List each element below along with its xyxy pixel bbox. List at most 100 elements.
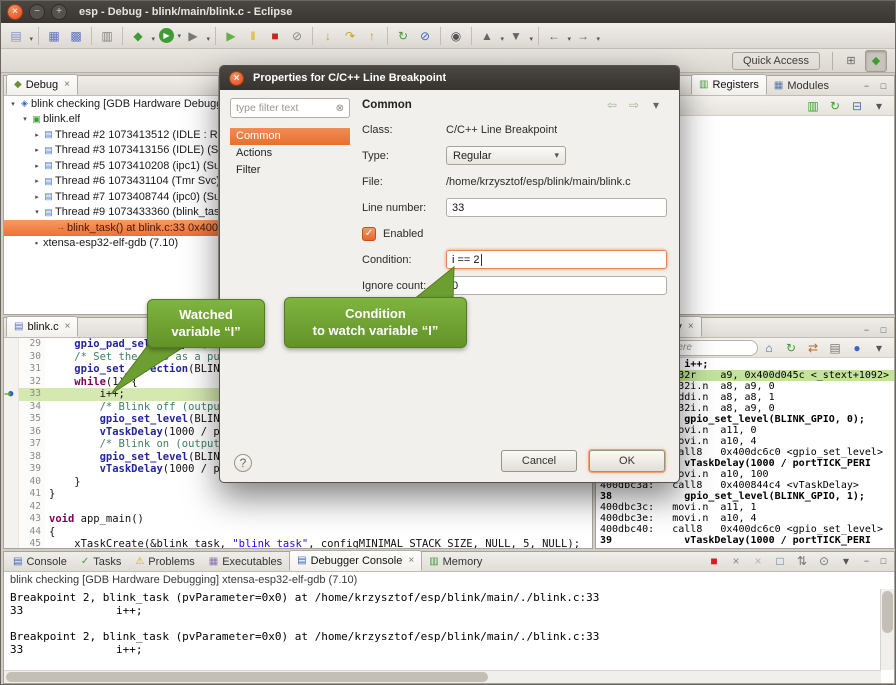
tab-debug[interactable]: ◆ Debug × xyxy=(6,74,78,95)
tab-registers[interactable]: ▥Registers xyxy=(691,74,767,95)
tab-problems[interactable]: ⚠Problems xyxy=(128,552,201,571)
tree-expand-arrow[interactable]: ▾ xyxy=(8,100,18,108)
code-text[interactable]: void app_main() xyxy=(45,513,592,526)
tab-tasks[interactable]: ✓Tasks xyxy=(74,552,129,571)
code-line[interactable]: 41} xyxy=(4,488,592,501)
minimize-view-icon[interactable]: − xyxy=(859,323,874,337)
disassembly-line[interactable]: 400dbc3c: movi.n a11, 1 xyxy=(596,502,894,513)
ignore-count-input[interactable]: 0 xyxy=(446,276,667,295)
debug-tree-item[interactable]: ▾▣blink.elf xyxy=(4,112,218,128)
debug-tree-item[interactable]: ▸▤Thread #2 1073413512 (IDLE : Running) xyxy=(4,127,218,143)
type-select[interactable]: Regular ▾ xyxy=(446,146,566,165)
disassembly-line[interactable]: 38 gpio_set_level(BLINK_GPIO, 1); xyxy=(596,491,894,502)
tab-executables[interactable]: ▦Executables xyxy=(202,552,289,571)
clear-console-icon[interactable]: □ xyxy=(770,551,790,571)
tree-expand-arrow[interactable]: ▸ xyxy=(32,177,42,185)
help-button[interactable]: ? xyxy=(234,454,252,472)
debug-tree-item[interactable]: ▾▤Thread #9 1073433360 (blink_task) xyxy=(4,205,218,221)
breakpoint-ruler[interactable] xyxy=(4,476,19,489)
breakpoint-ruler[interactable] xyxy=(4,451,19,464)
tab-close-icon[interactable]: × xyxy=(408,555,414,566)
breakpoint-ruler[interactable] xyxy=(4,426,19,439)
search-icon[interactable]: ◉ xyxy=(446,26,466,46)
save-icon[interactable]: ▦ xyxy=(44,26,64,46)
step-return-icon[interactable]: ↑ xyxy=(362,26,382,46)
breakpoint-ruler[interactable] xyxy=(4,513,19,526)
disassembly-line[interactable]: 39 vTaskDelay(1000 / portTICK_PERI xyxy=(596,535,894,546)
perspective-debug-icon[interactable]: ◆ xyxy=(865,50,887,72)
console-menu-icon[interactable]: ▾ xyxy=(836,551,856,571)
print-icon[interactable]: ▥ xyxy=(97,26,117,46)
window-close-button[interactable]: × xyxy=(7,4,23,20)
home-icon[interactable]: ⌂ xyxy=(759,338,779,358)
terminate-icon[interactable]: ■ xyxy=(265,26,285,46)
debug-tree-item[interactable]: ▸▤Thread #5 1073410208 (ipc1) (Suspended… xyxy=(4,158,218,174)
tab-close-icon[interactable]: × xyxy=(65,321,71,332)
code-text[interactable]: } xyxy=(45,488,592,501)
maximize-view-icon[interactable]: □ xyxy=(876,79,891,93)
debug-tree-item[interactable]: ▾◈blink checking [GDB Hardware Debugging… xyxy=(4,96,218,112)
tree-expand-arrow[interactable]: ▸ xyxy=(32,162,42,170)
minimize-view-icon[interactable]: − xyxy=(859,79,874,93)
dialog-nav-filter[interactable]: Filter xyxy=(230,162,350,179)
code-line[interactable]: 42 xyxy=(4,501,592,514)
restart-icon[interactable]: ↻ xyxy=(393,26,413,46)
scroll-lock-icon[interactable]: ⇅ xyxy=(792,551,812,571)
show-columns-icon[interactable]: ▥ xyxy=(803,96,823,116)
breakpoint-ruler[interactable] xyxy=(4,463,19,476)
breakpoint-ruler[interactable]: ●→ xyxy=(4,388,19,401)
debug-tree-item[interactable]: →blink_task() at blink.c:33 0x400dbc28 xyxy=(4,220,218,236)
breakpoint-ruler[interactable] xyxy=(4,538,19,548)
tab-memory[interactable]: ▥Memory xyxy=(422,552,489,571)
breakpoint-ruler[interactable] xyxy=(4,401,19,414)
tree-expand-arrow[interactable]: ▾ xyxy=(20,115,30,123)
pin-console-icon[interactable]: ⊙ xyxy=(814,551,834,571)
tab-close-icon[interactable]: × xyxy=(688,321,694,332)
breakpoint-ruler[interactable] xyxy=(4,363,19,376)
resume-icon[interactable]: ▶ xyxy=(221,26,241,46)
step-over-icon[interactable]: ↷ xyxy=(340,26,360,46)
refresh-icon[interactable]: ↻ xyxy=(781,338,801,358)
annotation-prev-icon[interactable]: ▲ xyxy=(477,26,497,46)
suspend-icon[interactable]: ‖ xyxy=(243,26,263,46)
tab-close-icon[interactable]: × xyxy=(64,79,70,90)
breakpoint-ruler[interactable] xyxy=(4,338,19,351)
breakpoint-ruler[interactable] xyxy=(4,413,19,426)
cancel-button[interactable]: Cancel xyxy=(501,450,577,472)
annotation-next-icon[interactable]: ▼ xyxy=(506,26,526,46)
window-minimize-button[interactable]: − xyxy=(29,4,45,20)
view-menu-icon[interactable]: ▾ xyxy=(646,95,666,115)
debug-tree-item[interactable]: ▸▤Thread #7 1073408744 (ipc0) (Suspended… xyxy=(4,189,218,205)
breakpoint-ruler[interactable] xyxy=(4,526,19,539)
debug-tree-item[interactable]: ▪xtensa-esp32-elf-gdb (7.10) xyxy=(4,236,218,252)
collapse-all-icon[interactable]: ⊟ xyxy=(847,96,867,116)
view-menu-icon[interactable]: ▾ xyxy=(869,96,889,116)
filter-input[interactable]: type filter text ⊗ xyxy=(230,98,350,118)
breakpoint-ruler[interactable] xyxy=(4,488,19,501)
clear-filter-icon[interactable]: ⊗ xyxy=(336,103,344,114)
sync-icon[interactable]: ⇄ xyxy=(803,338,823,358)
tab-modules[interactable]: ▦Modules xyxy=(767,76,836,95)
debug-icon[interactable]: ◆ xyxy=(128,26,148,46)
console-vertical-scrollbar[interactable] xyxy=(880,589,894,670)
tree-expand-arrow[interactable]: ▸ xyxy=(32,193,42,201)
external-tools-icon[interactable]: ▶ xyxy=(183,26,203,46)
nav-forward-icon[interactable]: ⇨ xyxy=(624,95,644,115)
dialog-nav-actions[interactable]: Actions xyxy=(230,145,350,162)
debug-tree-item[interactable]: ▸▤Thread #6 1073431104 (Tmr Svc) (Suspen… xyxy=(4,174,218,190)
forward-icon[interactable]: → xyxy=(573,26,593,46)
tab-console[interactable]: ▤Console xyxy=(6,552,74,571)
disassembly-line[interactable]: 400dbc3e: movi.n a10, 4 xyxy=(596,513,894,524)
breakpoint-ruler[interactable] xyxy=(4,438,19,451)
tab-blink-c[interactable]: ▤ blink.c × xyxy=(6,316,78,337)
new-wizard-icon[interactable]: ▤ xyxy=(6,26,26,46)
view-menu-icon[interactable]: ▾ xyxy=(869,338,889,358)
breakpoint-ruler[interactable] xyxy=(4,351,19,364)
disassembly-line[interactable]: 400dbc40: call8 0x400dc6c0 <gpio_set_lev… xyxy=(596,524,894,535)
ok-button[interactable]: OK xyxy=(589,450,665,472)
nav-back-icon[interactable]: ⇦ xyxy=(602,95,622,115)
code-line[interactable]: 44{ xyxy=(4,526,592,539)
show-source-icon[interactable]: ▤ xyxy=(825,338,845,358)
code-text[interactable]: xTaskCreate(&blink_task, "blink_task", c… xyxy=(45,538,592,548)
quick-access-button[interactable]: Quick Access xyxy=(732,52,820,70)
